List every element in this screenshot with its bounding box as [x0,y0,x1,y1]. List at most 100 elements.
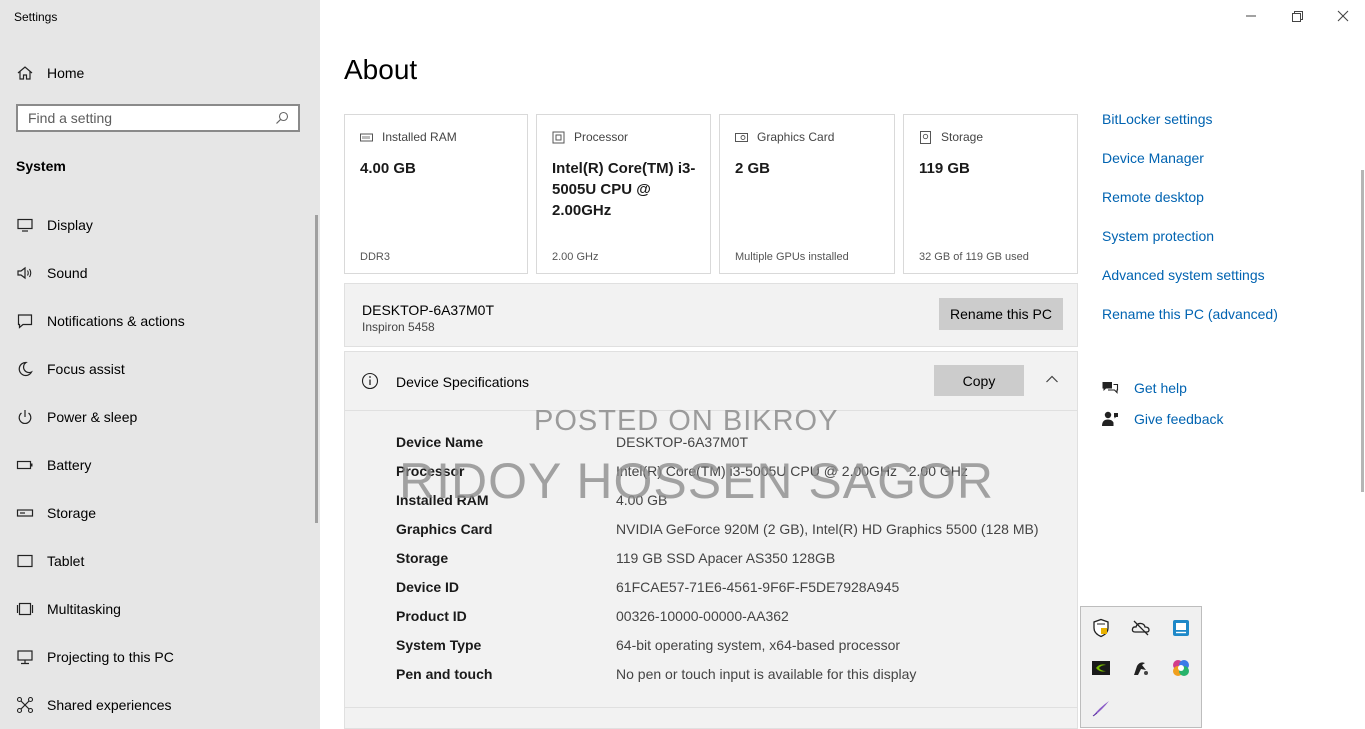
speaker-icon [17,266,32,280]
sidebar-item-label: Display [47,217,93,233]
tray-item[interactable] [1081,608,1121,648]
section-title: System [16,158,66,174]
card-label: Graphics Card [757,130,835,144]
tray-item[interactable] [1081,688,1121,728]
moon-icon [18,361,33,377]
card-installed-ram: Installed RAM 4.00 GB DDR3 [344,114,528,274]
spec-label: Pen and touch [396,666,493,682]
card-value: Intel(R) Core(TM) i3-5005U CPU @ 2.00GHz [552,160,696,219]
sidebar-home[interactable]: Home [16,64,84,82]
spec-value: 64-bit operating system, x64-based proce… [616,637,901,653]
link-advanced-system-settings[interactable]: Advanced system settings [1102,266,1278,305]
main-scrollbar[interactable] [1361,170,1364,492]
link-remote-desktop[interactable]: Remote desktop [1102,188,1278,227]
get-help-link[interactable]: Get help [1101,372,1224,403]
spec-value: 00326-10000-00000-AA362 [616,608,789,624]
sidebar-item-shared-experiences[interactable]: Shared experiences [0,681,320,729]
sidebar-item-label: Projecting to this PC [47,649,174,665]
rename-pc-button[interactable]: Rename this PC [939,298,1063,330]
related-links: BitLocker settings Device Manager Remote… [1102,110,1278,344]
spec-label: Graphics Card [396,521,493,537]
sidebar-item-storage[interactable]: Storage [0,489,320,537]
sidebar-item-label: Battery [47,457,92,473]
sidebar-item-label: Multitasking [47,601,121,617]
sidebar-item-sound[interactable]: Sound [0,249,320,297]
sidebar-item-label: Focus assist [47,361,125,377]
sidebar-item-multitasking[interactable]: Multitasking [0,585,320,633]
card-value: 119 GB [919,160,970,177]
pen-icon [1092,701,1109,717]
sidebar-scrollbar[interactable] [315,215,318,523]
sidebar-item-focus-assist[interactable]: Focus assist [0,345,320,393]
pc-name: DESKTOP-6A37M0T [362,302,495,318]
card-label: Processor [574,130,629,144]
home-icon [17,66,33,80]
card-value: 2 GB [735,160,771,177]
pc-name-panel: DESKTOP-6A37M0T Inspiron 5458 Rename thi… [344,283,1078,347]
card-subtext: 32 GB of 119 GB used [919,251,1029,263]
sidebar-item-label: Notifications & actions [47,313,185,329]
sidebar-item-tablet[interactable]: Tablet [0,537,320,585]
tray-item[interactable] [1081,648,1121,688]
spec-value: No pen or touch input is available for t… [616,666,917,682]
tray-item[interactable] [1121,608,1161,648]
card-label: Installed RAM [382,130,457,144]
projecting-icon [17,650,33,665]
sidebar-item-display[interactable]: Display [0,201,320,249]
link-device-manager[interactable]: Device Manager [1102,149,1278,188]
monitor-icon [17,218,33,232]
card-subtext: Multiple GPUs installed [735,251,849,263]
security-shield-icon [1093,618,1109,638]
card-value: 4.00 GB [360,160,416,177]
ram-icon [360,133,373,141]
storage-icon [920,130,931,144]
sidebar-nav: Display Sound Notifications & actions Fo… [0,201,320,729]
copilot-icon [1173,660,1189,676]
minimize-icon[interactable] [1243,8,1259,24]
sidebar-item-label: Sound [47,265,88,281]
tray-item[interactable] [1161,608,1201,648]
windows-specifications-panel[interactable] [344,707,1078,729]
sidebar-item-notifications[interactable]: Notifications & actions [0,297,320,345]
sidebar-item-label: Tablet [47,553,85,569]
search-input[interactable] [18,105,275,131]
battery-icon [16,460,33,470]
watermark-line-2: RIDOY HOSSEN SAGOR [399,453,994,509]
power-icon [18,410,32,424]
device-specifications-title: Device Specifications [396,374,530,390]
spec-value: 119 GB SSD Apacer AS350 128GB [616,550,836,566]
nvidia-icon [1092,661,1110,675]
spec-row: Product ID 00326-10000-00000-AA362 [396,608,1038,637]
info-icon [361,372,379,390]
search-box[interactable] [16,104,300,132]
close-icon[interactable] [1335,8,1351,24]
copy-button[interactable]: Copy [934,365,1024,396]
give-feedback-link[interactable]: Give feedback [1101,403,1224,434]
page-title: About [344,54,418,85]
onedrive-offline-icon [1131,620,1150,636]
spec-label: Device ID [396,579,460,595]
sidebar-item-label: Storage [47,505,97,521]
card-label: Storage [941,130,984,144]
chevron-up-icon[interactable] [1045,374,1059,384]
link-bitlocker-settings[interactable]: BitLocker settings [1102,110,1278,149]
watermark-line-1: POSTED ON BIKROY [534,405,839,437]
tray-item[interactable] [1121,648,1161,688]
sidebar-item-projecting[interactable]: Projecting to this PC [0,633,320,681]
shared-experiences-icon [16,696,34,714]
sidebar-item-battery[interactable]: Battery [0,441,320,489]
help-section: Get help Give feedback [1101,372,1224,434]
window-title: Settings [14,10,58,24]
link-system-protection[interactable]: System protection [1102,227,1278,266]
restore-icon[interactable] [1289,8,1305,24]
link-rename-pc-advanced[interactable]: Rename this PC (advanced) [1102,305,1278,344]
search-icon[interactable] [275,111,289,125]
device-specifications-header[interactable]: Device Specifications Copy [345,352,1077,411]
card-subtext: DDR3 [360,251,390,263]
multitasking-icon [16,602,34,616]
spec-row: Pen and touch No pen or touch input is av… [396,666,1038,695]
tray-item[interactable] [1161,648,1201,688]
tray-overflow-popup [1080,606,1202,728]
sidebar-item-power-sleep[interactable]: Power & sleep [0,393,320,441]
get-help-label: Get help [1134,379,1187,396]
